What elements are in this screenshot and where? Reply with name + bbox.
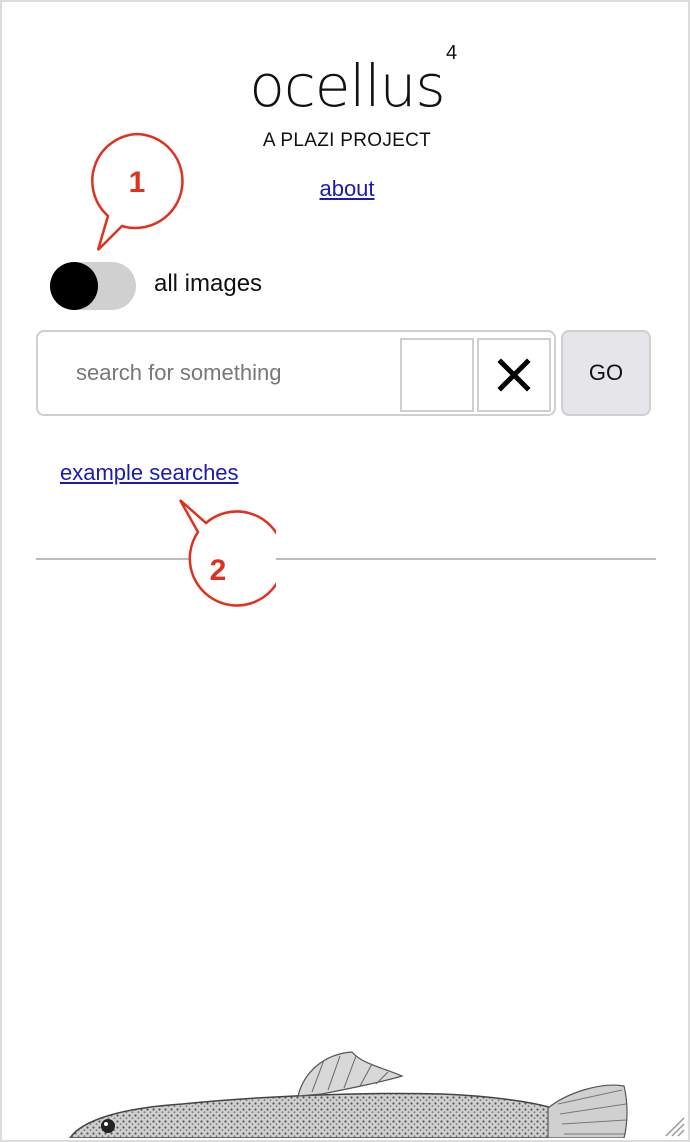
toggle-knob bbox=[50, 262, 98, 310]
logo: ocellus bbox=[2, 52, 688, 120]
resize-handle-icon[interactable] bbox=[662, 1114, 686, 1138]
callout-1: 1 bbox=[91, 132, 184, 251]
all-images-toggle[interactable] bbox=[50, 262, 136, 310]
search-option-box[interactable] bbox=[400, 338, 474, 412]
logo-version: 4 bbox=[446, 42, 458, 64]
search-box bbox=[36, 330, 556, 416]
callout-2-number: 2 bbox=[210, 554, 227, 587]
callout-2: 2 bbox=[178, 499, 276, 607]
callout-1-number: 1 bbox=[129, 166, 146, 199]
example-searches-link[interactable]: example searches bbox=[60, 460, 239, 485]
clear-button[interactable] bbox=[477, 338, 551, 412]
search-input[interactable] bbox=[74, 352, 398, 394]
logo-word: ocellus bbox=[249, 52, 445, 120]
toggle-label: all images bbox=[154, 270, 263, 297]
go-button[interactable]: GO bbox=[561, 330, 651, 416]
close-icon bbox=[497, 358, 531, 392]
divider bbox=[36, 558, 656, 560]
example-searches-container: example searches bbox=[60, 460, 239, 486]
fish-illustration bbox=[69, 1051, 628, 1138]
about-link[interactable]: about bbox=[319, 176, 374, 201]
app-frame: ocellus 4 A PLAZI PROJECT about 1 all im… bbox=[0, 0, 690, 1142]
